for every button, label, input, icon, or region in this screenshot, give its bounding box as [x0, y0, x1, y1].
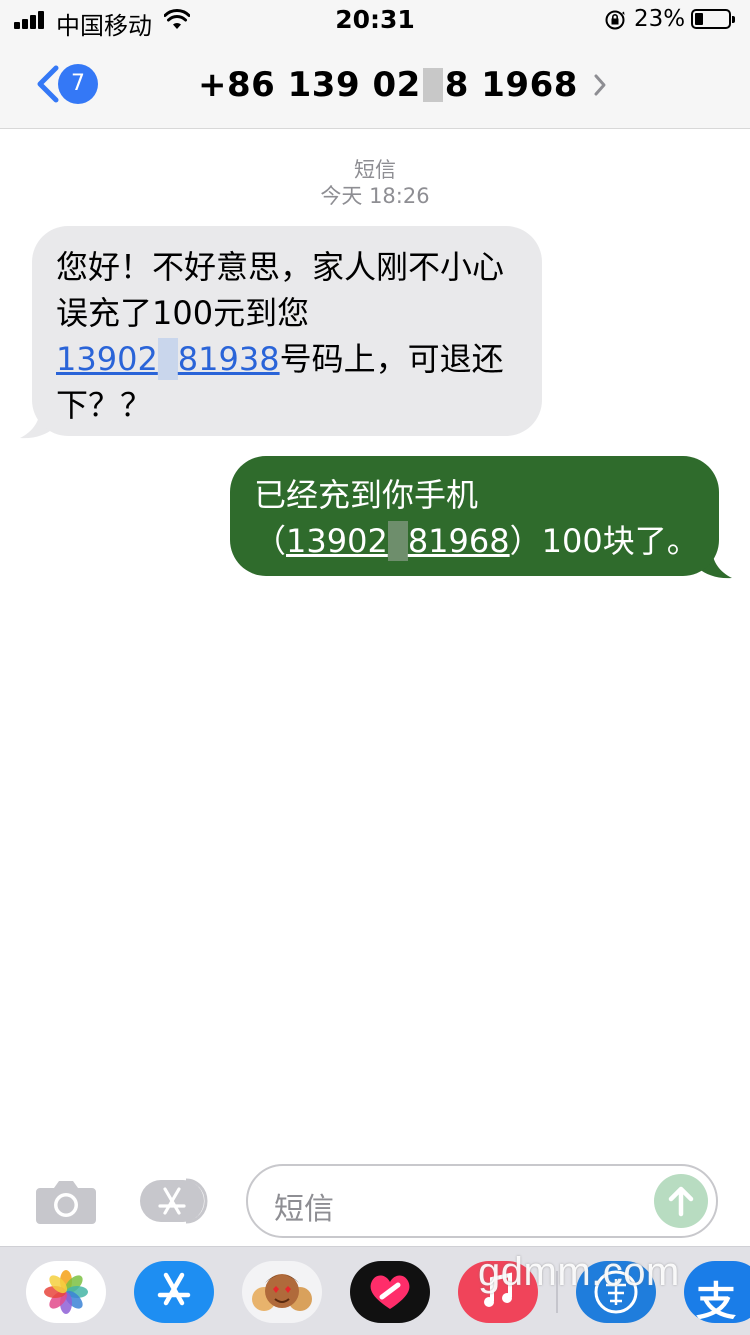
contact-header[interactable]: +86 139 02 8 1968: [198, 61, 608, 109]
chevron-right-icon: [594, 74, 606, 96]
input-placeholder: 短信: [274, 1192, 334, 1227]
back-button[interactable]: 7: [30, 60, 110, 108]
watermark: gdmm.com: [478, 1250, 680, 1294]
redaction-block: [387, 521, 408, 561]
rotation-lock-icon: [605, 10, 625, 30]
nav-bar: 7 +86 139 02 8 1968: [0, 40, 750, 129]
message-text: ）100块了。: [509, 522, 699, 560]
app-store-app-icon[interactable]: [134, 1261, 214, 1323]
memoji-app-icon[interactable]: [242, 1261, 322, 1323]
camera-icon[interactable]: [34, 1178, 98, 1226]
digital-touch-app-icon[interactable]: [350, 1261, 430, 1323]
message-text: 已经充到你手机: [254, 476, 479, 514]
app-store-drawer-icon[interactable]: [138, 1176, 214, 1226]
alipay-app-icon[interactable]: 支: [684, 1261, 750, 1323]
phone-number-link[interactable]: 13902 81938: [56, 338, 280, 380]
message-input[interactable]: 短信: [246, 1164, 718, 1238]
redaction-block: [422, 68, 443, 102]
battery-percentage: 23%: [634, 6, 686, 32]
outgoing-message-bubble[interactable]: 已经充到你手机 （13902 81968）100块了。: [230, 456, 719, 576]
message-text: （: [254, 522, 287, 560]
contact-number: +86 139 02 8 1968: [198, 65, 578, 105]
status-bar: 中国移动 20:31 23%: [0, 0, 750, 40]
phone-number-link[interactable]: 13902 81968: [286, 521, 510, 561]
alipay-glyph: 支: [696, 1279, 736, 1323]
photos-app-icon[interactable]: [26, 1261, 106, 1323]
arrow-up-icon: [668, 1186, 694, 1217]
unread-count-badge: 7: [58, 64, 98, 104]
message-timestamp: 今天 18:26: [320, 184, 430, 208]
incoming-message-bubble[interactable]: 您好！不好意思，家人刚不小心误充了100元到您 13902 81938号码上，可退还…: [32, 226, 542, 436]
battery-icon: [691, 9, 735, 29]
redaction-block: [157, 338, 178, 380]
message-text: 您好！不好意思，家人刚不小心误充了100元到您: [56, 248, 505, 332]
send-button[interactable]: [654, 1174, 708, 1228]
